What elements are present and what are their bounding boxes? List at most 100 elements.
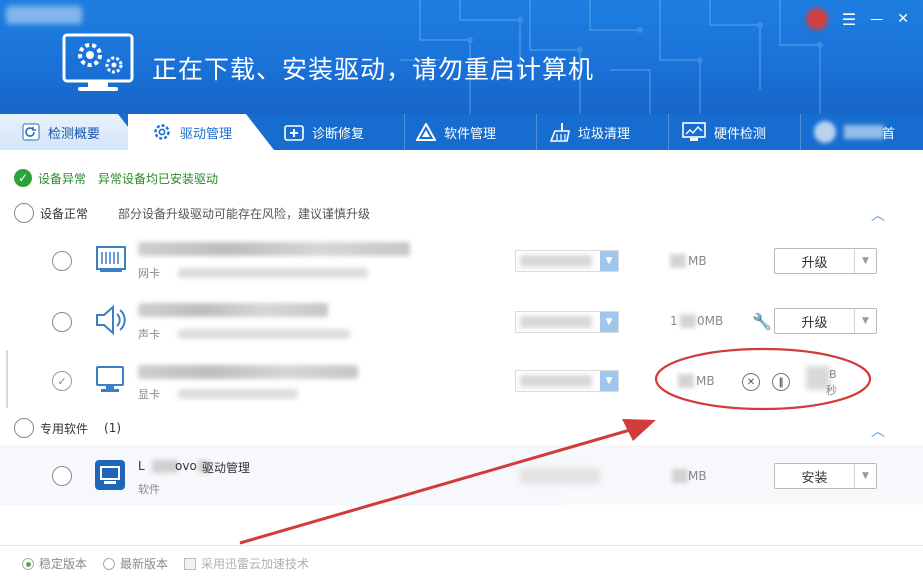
status-label: 设备异常	[38, 171, 87, 186]
software-type: 软件	[138, 483, 160, 496]
accelerate-option[interactable]: 采用迅雷云加速技术	[184, 555, 309, 572]
wrench-icon[interactable]: 🔧	[752, 312, 772, 331]
monitor-chart-icon	[682, 122, 706, 141]
menu-icon[interactable]: ☰	[842, 10, 856, 29]
pause-icon[interactable]: ‖	[772, 373, 790, 391]
section-warning: 部分设备升级驱动可能存在风险，建议谨慎升级	[118, 206, 371, 221]
medkit-icon	[284, 125, 304, 141]
progress-unit: B	[829, 368, 837, 381]
software-radio[interactable]	[52, 466, 72, 486]
avatar[interactable]	[805, 8, 828, 30]
chevron-down-icon: ▼	[600, 371, 618, 391]
tab-home[interactable]: 首	[814, 114, 895, 150]
section-label: 专用软件	[40, 421, 89, 436]
device-radio[interactable]	[52, 251, 72, 271]
tab-software-management[interactable]: 软件管理	[416, 114, 496, 150]
size-value-blurred	[672, 469, 688, 483]
status-abnormal: ✓ 设备异常 异常设备均已安装驱动	[14, 169, 218, 187]
device-title-blurred	[138, 365, 358, 379]
software-title-suffix: 驱动管理	[202, 461, 251, 475]
button-label: 升级	[801, 315, 828, 331]
size-unit: MB	[688, 254, 707, 268]
device-subtitle-blurred	[178, 268, 368, 278]
device-type: 声卡	[138, 328, 160, 341]
monitor-icon	[96, 366, 124, 392]
version-blurred	[520, 468, 600, 484]
size-value-blurred	[678, 374, 694, 388]
upgrade-button[interactable]: 升级 ▼	[774, 308, 877, 334]
chevron-down-icon[interactable]: ▼	[854, 309, 876, 333]
collapse-normal-icon[interactable]: ︿	[871, 205, 885, 225]
footer-bar: 稳定版本 最新版本 采用迅雷云加速技术	[0, 545, 923, 581]
size-unit: MB	[688, 469, 707, 483]
device-radio[interactable]	[52, 312, 72, 332]
select-all-normal-radio[interactable]	[14, 203, 34, 223]
device-type: 显卡	[138, 388, 160, 401]
device-type: 网卡	[138, 267, 160, 280]
remaining-seconds: 秒	[826, 384, 837, 397]
select-all-software-radio[interactable]	[14, 418, 34, 438]
chevron-down-icon: ▼	[600, 251, 618, 271]
latest-version-radio[interactable]	[103, 557, 116, 570]
version-select[interactable]: ▼	[515, 311, 619, 333]
minimize-icon[interactable]: —	[870, 12, 883, 27]
software-title-prefix: L	[138, 459, 145, 473]
fade-overlay	[563, 490, 923, 546]
annotation-arrow-head	[622, 419, 656, 441]
section-software: 专用软件 (1)	[14, 418, 121, 438]
status-message: 异常设备均已安装驱动	[98, 171, 219, 186]
version-select[interactable]: ▼	[515, 250, 619, 272]
size-value-blurred	[680, 314, 696, 328]
accelerate-checkbox[interactable]	[184, 557, 197, 570]
chevron-down-icon[interactable]: ▼	[854, 464, 876, 488]
monitor-gears-icon	[62, 33, 134, 91]
button-label: 安装	[801, 470, 828, 486]
tab-label: 软件管理	[444, 126, 497, 142]
latest-version-option[interactable]: 最新版本	[103, 555, 168, 572]
tab-separator	[536, 114, 537, 150]
accelerate-label: 采用迅雷云加速技术	[201, 557, 310, 571]
broom-icon	[549, 123, 570, 142]
device-title-blurred	[138, 303, 328, 317]
stable-version-radio[interactable]	[22, 557, 34, 570]
app-logo	[6, 6, 82, 24]
section-normal-devices: 设备正常 部分设备升级驱动可能存在风险，建议谨慎升级	[14, 203, 370, 223]
device-title-blurred	[138, 242, 410, 256]
tab-separator	[800, 114, 801, 150]
tab-separator	[404, 114, 405, 150]
home-icon	[814, 121, 836, 143]
chevron-down-icon[interactable]: ▼	[854, 249, 876, 273]
page-title: 正在下载、安装驱动，请勿重启计算机	[152, 55, 595, 84]
section-label: 设备正常	[40, 206, 89, 221]
lenovo-driver-app-icon	[95, 460, 125, 490]
tab-driver-management[interactable]: 驱动管理	[152, 114, 232, 150]
tab-overview[interactable]: 检测概要	[22, 114, 100, 150]
size-unit: 0MB	[697, 314, 724, 328]
tab-junk-clean[interactable]: 垃圾清理	[548, 114, 630, 150]
tab-label: 检测概要	[48, 126, 101, 142]
software-title-mid: ovo	[175, 459, 197, 473]
network-card-icon	[96, 246, 126, 272]
upgrade-button[interactable]: 升级 ▼	[774, 248, 877, 274]
size-prefix: 1	[670, 314, 678, 328]
size-unit: MB	[696, 374, 715, 388]
tab-diagnose-repair[interactable]: 诊断修复	[284, 114, 364, 150]
section-count: (1)	[104, 421, 122, 435]
chevron-down-icon: ▼	[600, 312, 618, 332]
version-select[interactable]: ▼	[515, 370, 619, 392]
close-icon[interactable]: ✕	[897, 11, 909, 27]
tab-hardware-check[interactable]: 硬件检测	[682, 114, 766, 150]
device-subtitle-blurred	[178, 389, 298, 399]
size-value-blurred	[670, 254, 686, 268]
device-subtitle-blurred	[178, 329, 350, 339]
tab-label: 诊断修复	[312, 126, 365, 142]
install-button[interactable]: 安装 ▼	[774, 463, 877, 489]
tab-label-blur	[844, 125, 884, 139]
button-label: 升级	[801, 255, 828, 271]
collapse-software-icon[interactable]: ︿	[871, 421, 885, 441]
window-controls: ☰ — ✕	[805, 8, 909, 30]
cancel-icon[interactable]: ✕	[742, 373, 760, 391]
device-checked-radio[interactable]: ✓	[52, 371, 72, 391]
stable-version-option[interactable]: 稳定版本	[22, 555, 87, 572]
triangle-logo-icon	[416, 123, 436, 141]
